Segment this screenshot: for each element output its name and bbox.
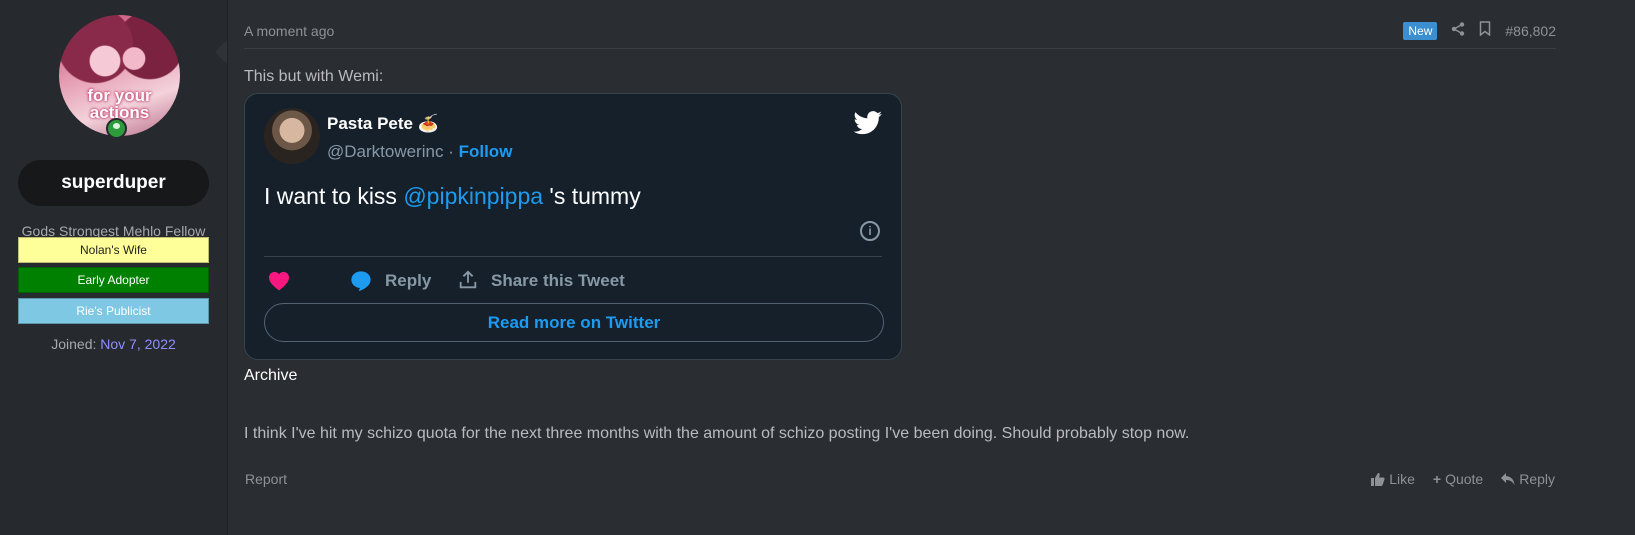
archive-link[interactable]: Archive — [244, 367, 297, 385]
heart-icon[interactable] — [268, 271, 290, 291]
report-link[interactable]: Report — [245, 471, 287, 487]
tweet-mention-link[interactable]: @pipkinpippa — [403, 183, 543, 209]
reply-arrow-icon — [1501, 473, 1515, 485]
tweet-text: I want to kiss @pipkinpippa 's tummy — [264, 183, 641, 210]
post-footer-actions: Like + Quote Reply — [1370, 471, 1555, 487]
tweet-handle[interactable]: @Darktowerinc — [327, 142, 443, 161]
joined-label: Joined: — [51, 336, 97, 352]
post-pointer-arrow — [215, 40, 227, 64]
avatar-caption: for your actions — [87, 86, 152, 122]
tweet-separator: · — [448, 142, 454, 161]
tweet-text-after: 's tummy — [543, 183, 641, 209]
like-label: Like — [1389, 471, 1415, 487]
tweet-author-avatar[interactable] — [264, 108, 320, 164]
tweet-reply-button[interactable]: Reply — [385, 271, 431, 291]
tweet-follow-link[interactable]: Follow — [459, 142, 513, 161]
joined-date[interactable]: Nov 7, 2022 — [100, 336, 176, 352]
embedded-tweet: Pasta Pete 🍝 @Darktowerinc · Follow I wa… — [244, 93, 902, 360]
share-icon[interactable] — [1451, 21, 1465, 41]
thumbs-up-icon — [1371, 473, 1385, 486]
reply-bubble-icon[interactable] — [350, 270, 372, 292]
info-icon[interactable]: i — [860, 221, 880, 241]
quote-button[interactable]: + Quote — [1433, 471, 1483, 487]
user-banner-early-adopter: Early Adopter — [18, 267, 209, 293]
read-more-on-twitter-button[interactable]: Read more on Twitter — [264, 303, 884, 342]
like-button[interactable]: Like — [1370, 471, 1415, 487]
user-banner-ries-publicist: Rie's Publicist — [18, 298, 209, 324]
tweet-share-button[interactable]: Share this Tweet — [491, 271, 625, 291]
plus-icon: + — [1432, 471, 1442, 487]
reply-button[interactable]: Reply — [1501, 471, 1555, 487]
post-number[interactable]: #86,802 — [1505, 23, 1556, 39]
tweet-author-name[interactable]: Pasta Pete 🍝 — [327, 114, 439, 134]
twitter-bird-icon[interactable] — [853, 111, 883, 135]
post-header: A moment ago New #86,802 — [244, 20, 1556, 49]
username[interactable]: superduper — [18, 160, 209, 206]
tweet-author-handle-line: @Darktowerinc · Follow — [327, 142, 512, 162]
tweet-actions: Reply Share this Tweet — [264, 268, 884, 294]
share-upload-icon[interactable] — [457, 268, 479, 292]
tweet-text-before: I want to kiss — [264, 183, 404, 209]
reply-label: Reply — [1519, 471, 1555, 487]
user-banner-nolans-wife: Nolan's Wife — [18, 237, 209, 263]
post-timestamp[interactable]: A moment ago — [244, 23, 334, 39]
online-status-icon — [106, 118, 127, 139]
user-sidebar: for your actions superduper Gods Stronge… — [0, 0, 228, 535]
quote-label: Quote — [1445, 471, 1484, 487]
new-badge: New — [1403, 22, 1438, 40]
bookmark-icon[interactable] — [1479, 21, 1491, 41]
joined-info: Joined: Nov 7, 2022 — [0, 336, 227, 352]
post-body-text: I think I've hit my schizo quota for the… — [244, 425, 1190, 442]
post-header-actions: New #86,802 — [1403, 20, 1556, 42]
tweet-divider — [264, 256, 882, 257]
post-intro-text: This but with Wemi: — [244, 68, 384, 85]
